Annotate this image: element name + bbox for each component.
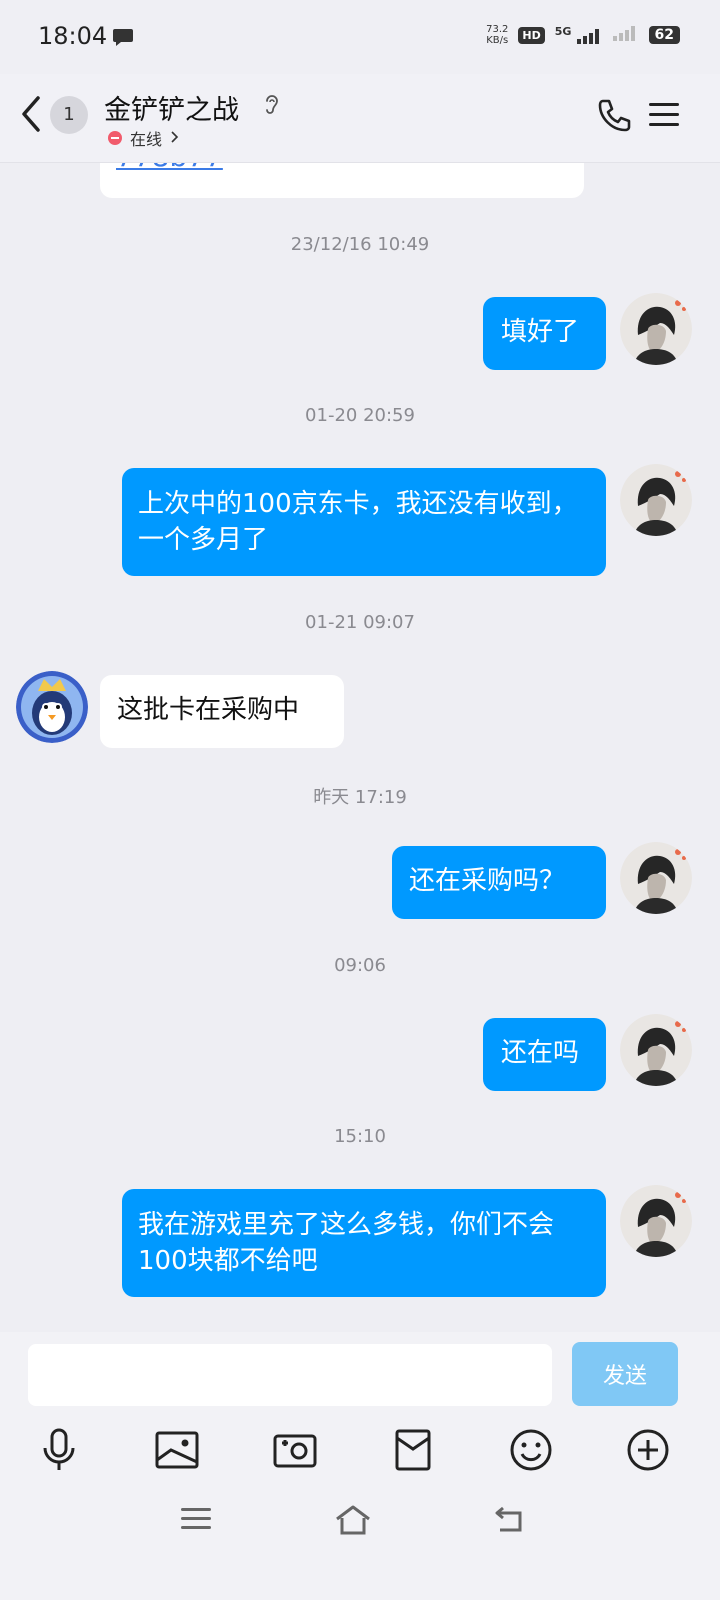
contact-avatar[interactable] (16, 671, 88, 743)
status-bar: 18:04 73.2 KB/s HD 5G 62 (0, 0, 720, 74)
timestamp: 15:10 (334, 1126, 386, 1147)
unread-count-badge: 1 (50, 96, 88, 134)
red-packet-icon[interactable] (389, 1426, 437, 1474)
message-outgoing[interactable]: 还在吗 (483, 1018, 606, 1091)
status-time: 18:04 (38, 22, 108, 50)
timestamp: 01-21 09:07 (305, 612, 415, 633)
chevron-right-icon (170, 129, 180, 148)
home-icon[interactable] (334, 1504, 372, 1540)
status-indicators: 73.2 KB/s HD 5G 62 (486, 24, 680, 46)
voice-icon[interactable] (35, 1426, 83, 1474)
net-speed-unit: KB/s (486, 35, 509, 46)
chat-notification-icon (112, 27, 134, 51)
message-incoming[interactable]: 这批卡在采购中 (100, 675, 344, 748)
timestamp: 昨天 17:19 (313, 787, 407, 808)
signal-2-icon (612, 25, 639, 45)
message-outgoing[interactable]: 还在采购吗？ (392, 846, 606, 919)
send-button[interactable]: 发送 (572, 1342, 678, 1406)
back-nav-icon[interactable] (494, 1504, 526, 1538)
signal-icon: 5G (554, 24, 603, 45)
hd-badge: HD (518, 26, 545, 44)
timestamp: 23/12/16 10:49 (290, 234, 430, 255)
message-input[interactable] (28, 1344, 552, 1406)
back-button[interactable]: 1 (18, 94, 98, 138)
net-speed: 73.2 KB/s (486, 24, 508, 46)
net-speed-value: 73.2 (486, 24, 509, 35)
presence-dot (108, 131, 122, 145)
ear-icon[interactable] (264, 92, 280, 120)
menu-icon[interactable] (648, 100, 680, 134)
presence-status[interactable]: 在线 (108, 126, 180, 150)
presence-label: 在线 (130, 130, 163, 149)
message-outgoing[interactable]: 我在游戏里充了这么多钱，你们不会100块都不给吧 (122, 1189, 606, 1297)
timestamp: 01-20 20:59 (305, 405, 415, 426)
image-icon[interactable] (153, 1426, 201, 1474)
composer: 发送 (0, 1332, 720, 1600)
chat-header: 1 金铲铲之战 在线 (0, 74, 720, 163)
battery-indicator: 62 (648, 26, 680, 44)
chat-title[interactable]: 金铲铲之战 (104, 88, 239, 127)
phone-icon[interactable] (594, 96, 634, 140)
my-avatar[interactable] (620, 293, 692, 365)
camera-icon[interactable] (271, 1426, 319, 1474)
emoji-icon[interactable] (507, 1426, 555, 1474)
my-avatar[interactable] (620, 842, 692, 914)
my-avatar[interactable] (620, 464, 692, 536)
message-outgoing[interactable]: 上次中的100京东卡，我还没有收到，一个多月了 (122, 468, 606, 576)
back-icon (18, 94, 42, 138)
timestamp: 09:06 (334, 955, 386, 976)
message-outgoing[interactable]: 填好了 (483, 297, 606, 370)
network-type: 5G (554, 24, 572, 38)
my-avatar[interactable] (620, 1014, 692, 1086)
my-avatar[interactable] (620, 1185, 692, 1257)
recent-apps-icon[interactable] (180, 1504, 212, 1538)
plus-icon[interactable] (624, 1426, 672, 1474)
